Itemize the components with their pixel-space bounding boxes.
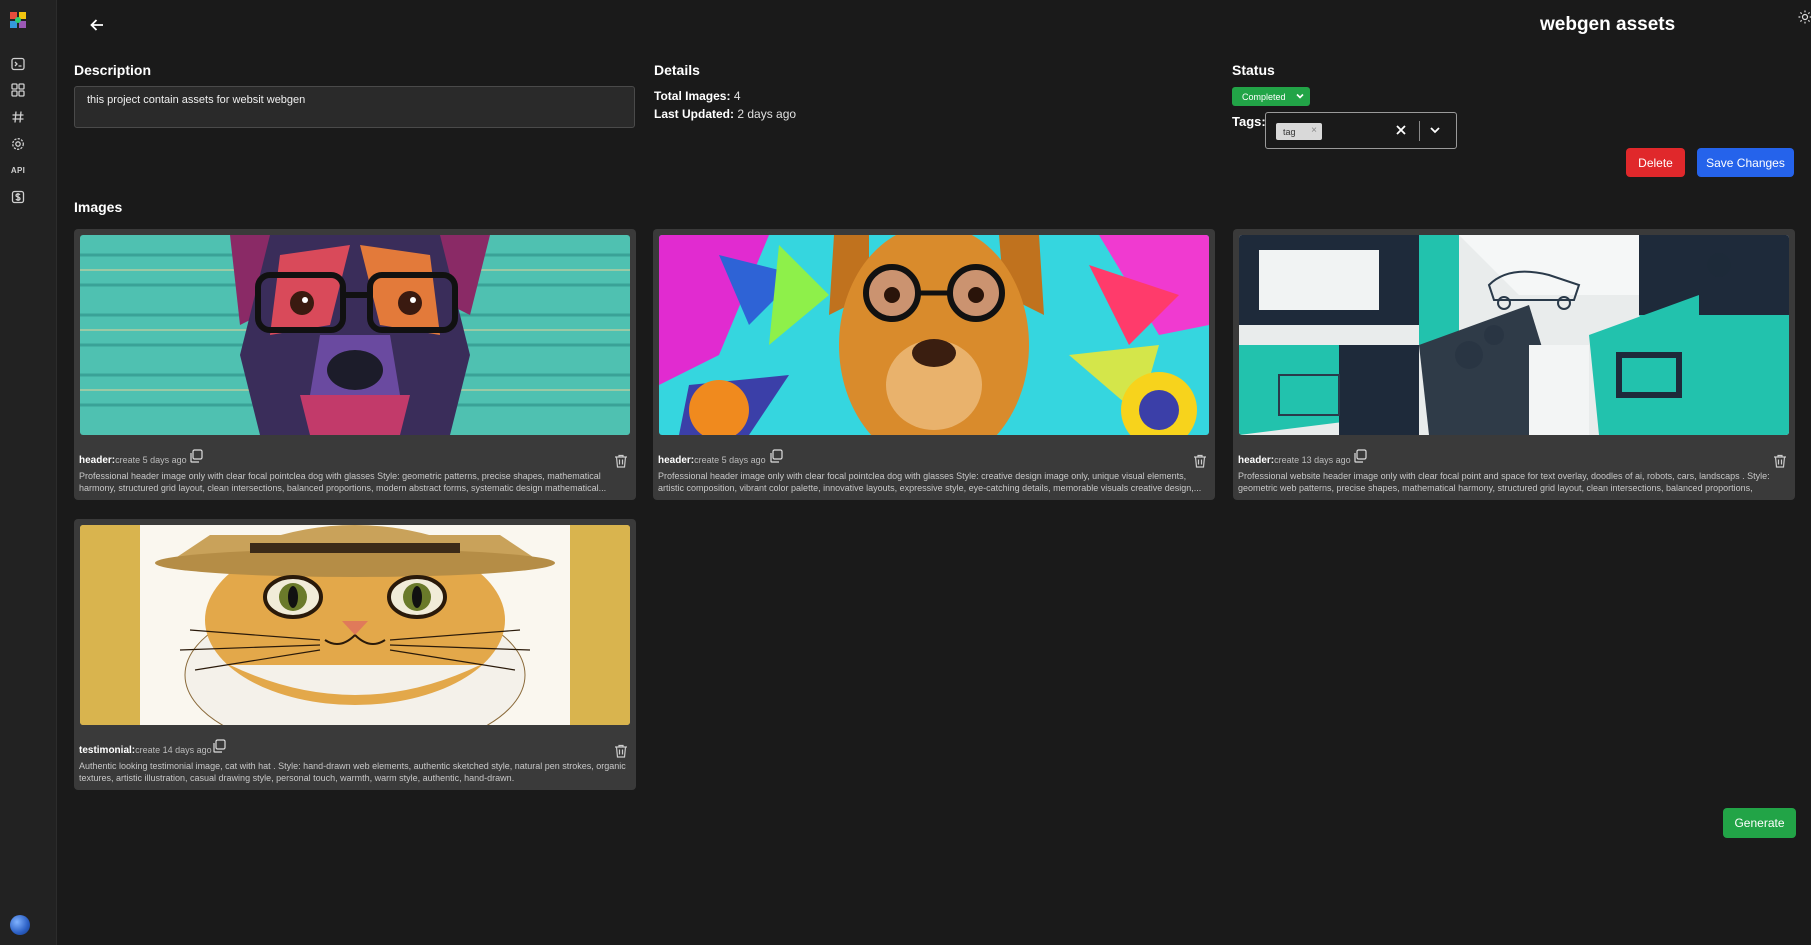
copy-icon[interactable] <box>768 448 784 464</box>
description-textarea[interactable]: this project contain assets for websit w… <box>74 86 635 128</box>
tags-divider <box>1419 121 1420 141</box>
image-created: create 13 days ago <box>1274 455 1351 465</box>
generate-button[interactable]: Generate <box>1723 808 1796 838</box>
save-changes-button[interactable]: Save Changes <box>1697 148 1794 177</box>
image-thumbnail[interactable] <box>659 235 1209 435</box>
app-logo[interactable] <box>9 11 27 29</box>
image-type: header: <box>658 455 695 466</box>
page-title: webgen assets <box>1540 14 1676 35</box>
api-nav-item[interactable]: API <box>10 162 26 178</box>
tag-chip[interactable]: tag × <box>1276 123 1322 140</box>
tags-label: Tags: <box>1232 114 1266 129</box>
image-card[interactable]: header:create 5 days ago Professional he… <box>653 229 1215 500</box>
sidebar: API <box>0 0 57 945</box>
image-thumbnail[interactable] <box>1239 235 1789 435</box>
trash-icon[interactable] <box>613 743 629 759</box>
image-created: create 5 days ago <box>694 455 766 465</box>
arrow-left-icon <box>90 19 103 31</box>
chevron-down-icon <box>1296 93 1304 99</box>
status-label: Status <box>1232 62 1275 78</box>
last-updated-value: 2 days ago <box>737 107 797 121</box>
image-card[interactable]: header:create 13 days ago Professional w… <box>1233 229 1795 500</box>
back-button[interactable] <box>86 14 108 36</box>
copy-icon[interactable] <box>1352 448 1368 464</box>
copy-icon[interactable] <box>188 448 204 464</box>
tag-chip-label: tag <box>1283 126 1296 137</box>
image-type: header: <box>79 455 116 466</box>
image-type: header: <box>1238 455 1275 466</box>
last-updated-line: Last Updated: 2 days ago <box>654 107 796 121</box>
total-images-value: 4 <box>733 89 741 103</box>
image-prompt: Authentic looking testimonial image, cat… <box>79 761 626 783</box>
image-meta: header:create 5 days ago <box>658 455 766 466</box>
trash-icon[interactable] <box>1772 453 1788 469</box>
images-label: Images <box>74 199 123 215</box>
terminal-icon[interactable] <box>10 56 26 72</box>
image-prompt: Professional header image only with clea… <box>658 471 1202 493</box>
image-prompt: Professional website header image only w… <box>1238 471 1770 493</box>
image-thumbnail[interactable] <box>80 235 630 435</box>
trash-icon[interactable] <box>1192 453 1208 469</box>
image-meta: header:create 5 days ago <box>79 455 187 466</box>
dollar-icon[interactable] <box>10 189 26 205</box>
copy-icon[interactable] <box>211 738 227 754</box>
grid-icon[interactable] <box>10 82 26 98</box>
image-meta: testimonial:create 14 days ago <box>79 745 212 756</box>
user-avatar[interactable] <box>10 915 30 935</box>
image-type: testimonial: <box>79 745 136 756</box>
image-card[interactable]: header:create 5 days ago Professional he… <box>74 229 636 500</box>
tag-remove-icon[interactable]: × <box>1311 125 1317 136</box>
hash-icon[interactable] <box>10 109 26 125</box>
image-meta: header:create 13 days ago <box>1238 455 1351 466</box>
delete-button[interactable]: Delete <box>1626 148 1685 177</box>
status-select[interactable]: Completed <box>1232 87 1310 106</box>
total-images-line: Total Images: 4 <box>654 89 741 103</box>
gear-icon[interactable] <box>10 136 26 152</box>
image-card[interactable]: testimonial:create 14 days ago Authentic… <box>74 519 636 790</box>
last-updated-label: Last Updated: <box>654 107 735 121</box>
image-created: create 5 days ago <box>115 455 187 465</box>
details-label: Details <box>654 62 700 78</box>
tags-dropdown-chevron-icon[interactable] <box>1427 122 1443 138</box>
total-images-label: Total Images: <box>654 89 731 103</box>
trash-icon[interactable] <box>613 453 629 469</box>
image-created: create 14 days ago <box>135 745 212 755</box>
status-value: Completed <box>1242 91 1286 102</box>
clear-tags-icon[interactable] <box>1393 122 1409 138</box>
description-label: Description <box>74 62 152 78</box>
theme-toggle-sun-icon[interactable] <box>1798 10 1811 24</box>
image-prompt: Professional header image only with clea… <box>79 471 607 493</box>
image-thumbnail[interactable] <box>80 525 630 725</box>
tags-select[interactable]: tag × <box>1265 112 1457 149</box>
